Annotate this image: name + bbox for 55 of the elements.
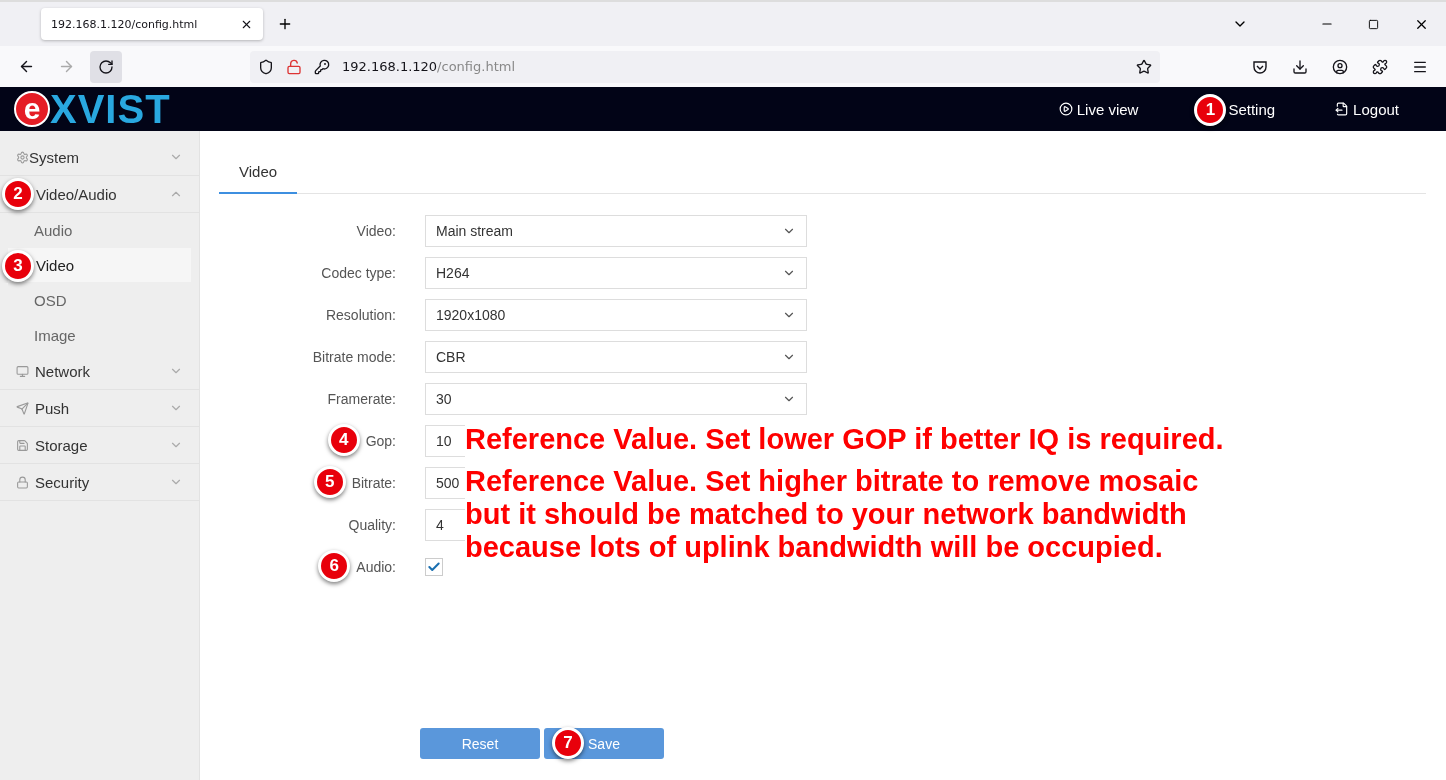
action-button[interactable]: 7 Save (544, 728, 664, 759)
select-field[interactable]: H264 (425, 257, 807, 289)
field-label: Quality: (348, 517, 396, 533)
sidebar-item[interactable]: Security (0, 464, 199, 501)
sidebar-subitem[interactable]: Image (0, 318, 191, 353)
tab[interactable]: Video (219, 151, 298, 194)
shield-icon (258, 58, 274, 75)
field-label: Codec type: (321, 265, 396, 281)
select-field[interactable]: 1920x1080 (425, 299, 807, 331)
sidebar-subitem[interactable]: Audio (0, 213, 191, 248)
select-field[interactable]: 30 (425, 383, 807, 415)
settings-icon (16, 150, 29, 164)
annotation-note: Reference Value. Set higher bitrate to remove mosaic but it should be matched to your network bandwidth because lots of uplink bandwidth will be occupied. (465, 465, 1200, 564)
tab-title: 192.168.1.120/config.html (51, 17, 198, 31)
lock-icon (286, 58, 302, 75)
lock-icon (16, 475, 29, 489)
field-label: Resolution: (325, 307, 396, 323)
send-icon (16, 401, 29, 415)
new-tab-icon[interactable] (277, 16, 293, 32)
maximize-icon[interactable] (1368, 18, 1379, 30)
nav-link[interactable]: Logout (1335, 100, 1399, 118)
select-field[interactable]: 4 (425, 509, 465, 541)
callout-badge: 3 (2, 249, 34, 282)
annotation-note: Reference Value. Set lower GOP if better IQ is required. (465, 423, 1225, 456)
callout-badge: 1 (1194, 93, 1227, 126)
star-icon[interactable] (1136, 58, 1152, 75)
field-label: Video: (356, 223, 396, 239)
sidebar-item[interactable]: Storage (0, 427, 199, 464)
address-field[interactable]: 192.168.1.120/config.html (250, 50, 1160, 83)
checkbox[interactable] (425, 558, 443, 576)
play-icon (1058, 102, 1073, 116)
reload-icon (98, 58, 114, 75)
input-field[interactable]: 10 (425, 425, 465, 457)
key-icon (314, 58, 330, 75)
select-field[interactable]: CBR (425, 341, 807, 373)
logout-icon (1335, 102, 1350, 116)
url-text: 192.168.1.120/config.html (342, 59, 515, 74)
field-label: Framerate: (327, 391, 396, 407)
sidebar-item[interactable]: Push (0, 390, 199, 427)
sidebar-subitem[interactable]: OSD (0, 283, 191, 318)
field-label: Bitrate mode: (312, 349, 396, 365)
check-icon (427, 560, 441, 574)
select-field[interactable]: Main stream (425, 215, 807, 247)
input-field[interactable]: 500 (425, 467, 465, 499)
sidebar-item[interactable]: 2 Video/Audio (0, 176, 199, 213)
sidebar-subitem[interactable]: 3 Video (0, 248, 191, 283)
sidebar-item[interactable]: Network (0, 353, 199, 390)
nav-link[interactable]: Live view (1058, 100, 1139, 118)
sidebar-item[interactable]: System (0, 139, 199, 176)
reload-button[interactable] (90, 50, 122, 83)
callout-badge: 7 (552, 727, 584, 759)
logo: e XVIST (14, 89, 171, 129)
browser-tab[interactable]: 192.168.1.120/config.html (41, 8, 263, 40)
callout-badge: 2 (2, 178, 34, 210)
monitor-icon (16, 364, 29, 378)
